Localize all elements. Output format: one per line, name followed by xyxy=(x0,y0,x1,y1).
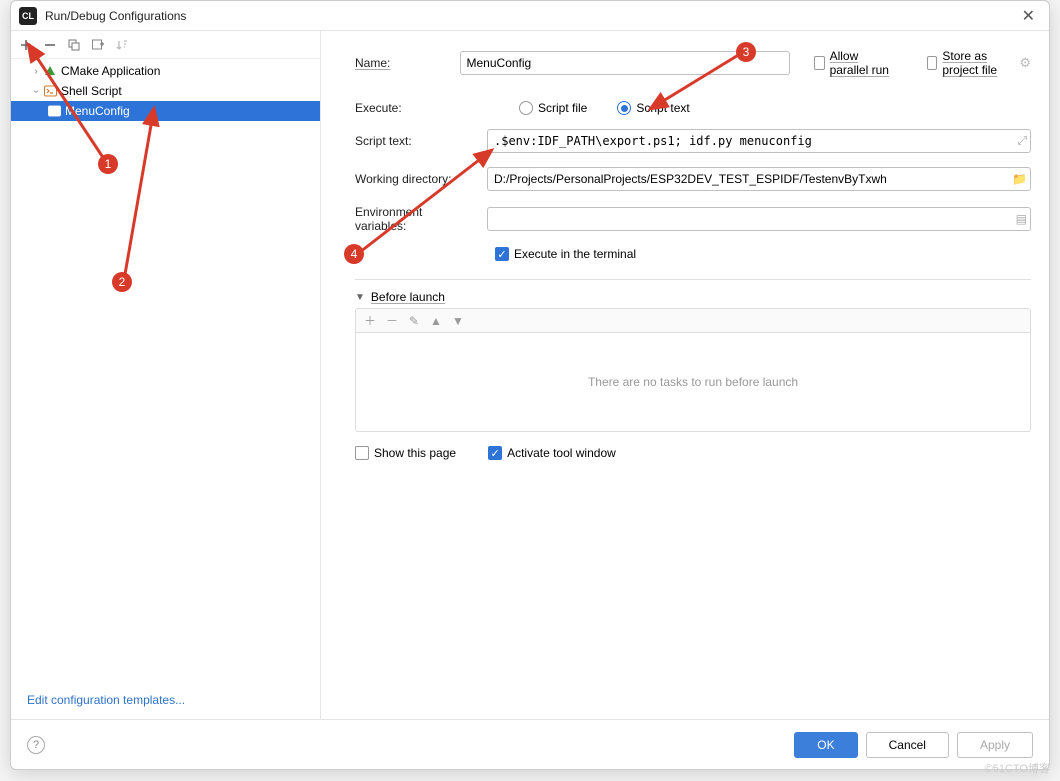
ok-button[interactable]: OK xyxy=(794,732,857,758)
titlebar: CL Run/Debug Configurations ✕ xyxy=(11,1,1049,31)
expand-icon[interactable]: ⤢ xyxy=(1017,134,1027,149)
show-page-label: Show this page xyxy=(374,446,456,460)
checkbox-icon: ✓ xyxy=(488,446,502,460)
config-toolbar xyxy=(11,31,320,59)
cancel-button[interactable]: Cancel xyxy=(866,732,949,758)
dialog-body: › CMake Application › Shell Script MenuC… xyxy=(11,31,1049,719)
add-config-button[interactable] xyxy=(15,34,37,56)
edit-task-button[interactable]: ✎ xyxy=(404,311,424,331)
tree-label: MenuConfig xyxy=(65,104,130,118)
script-file-radio[interactable]: Script file xyxy=(519,101,587,115)
folder-icon[interactable]: 📁 xyxy=(1012,172,1027,186)
sort-button[interactable] xyxy=(111,34,133,56)
shell-icon xyxy=(47,104,61,118)
before-launch-label: Before launch xyxy=(371,290,445,304)
config-tree[interactable]: › CMake Application › Shell Script MenuC… xyxy=(11,59,320,681)
list-icon[interactable]: ▤ xyxy=(1016,212,1027,226)
save-template-button[interactable] xyxy=(87,34,109,56)
shell-icon xyxy=(43,84,57,98)
workdir-row: Working directory: 📁 xyxy=(355,167,1031,191)
tree-node-menuconfig[interactable]: MenuConfig xyxy=(11,101,320,121)
script-text-radio[interactable]: Script text xyxy=(617,101,689,115)
footer: ? OK Cancel Apply xyxy=(11,719,1049,769)
main-pane: Name: Allow parallel run Store as projec… xyxy=(321,31,1049,719)
execute-row: Execute: Script file Script text xyxy=(355,101,1031,115)
store-project-checkbox[interactable]: Store as project file ⚙ xyxy=(927,49,1031,77)
help-button[interactable]: ? xyxy=(27,736,45,754)
copy-config-button[interactable] xyxy=(63,34,85,56)
activate-tool-label: Activate tool window xyxy=(507,446,616,460)
script-file-label: Script file xyxy=(538,101,587,115)
envvars-label: Environment variables: xyxy=(355,205,475,233)
activate-tool-checkbox[interactable]: ✓ Activate tool window xyxy=(488,446,616,460)
name-row: Name: Allow parallel run Store as projec… xyxy=(355,49,1031,77)
window-title: Run/Debug Configurations xyxy=(45,9,186,23)
allow-parallel-label: Allow parallel run xyxy=(830,49,899,77)
app-icon: CL xyxy=(19,7,37,25)
apply-button[interactable]: Apply xyxy=(957,732,1033,758)
edit-templates-row: Edit configuration templates... xyxy=(11,681,320,719)
checkbox-icon: ✓ xyxy=(495,247,509,261)
radio-icon xyxy=(519,101,533,115)
gear-icon[interactable]: ⚙ xyxy=(1019,55,1031,71)
tree-node-cmake[interactable]: › CMake Application xyxy=(11,61,320,81)
tree-node-shell[interactable]: › Shell Script xyxy=(11,81,320,101)
checkbox-icon xyxy=(355,446,369,460)
chevron-down-icon: › xyxy=(31,84,42,98)
allow-parallel-checkbox[interactable]: Allow parallel run xyxy=(814,49,899,77)
radio-icon xyxy=(617,101,631,115)
add-task-button[interactable]: ＋ xyxy=(360,311,380,331)
before-launch-empty: There are no tasks to run before launch xyxy=(355,332,1031,432)
empty-text: There are no tasks to run before launch xyxy=(588,375,798,389)
script-text-input[interactable] xyxy=(487,129,1031,153)
execute-label: Execute: xyxy=(355,101,475,115)
remove-config-button[interactable] xyxy=(39,34,61,56)
tree-label: CMake Application xyxy=(61,64,160,78)
bottom-options: Show this page ✓ Activate tool window xyxy=(355,446,1031,460)
name-label: Name: xyxy=(355,56,448,70)
remove-task-button[interactable]: － xyxy=(382,311,402,331)
cmake-icon xyxy=(43,64,57,78)
exec-terminal-row: ✓ Execute in the terminal xyxy=(495,247,1031,261)
name-input[interactable] xyxy=(460,51,790,75)
envvars-input[interactable] xyxy=(487,207,1031,231)
workdir-input[interactable] xyxy=(487,167,1031,191)
move-up-button[interactable]: ▲ xyxy=(426,311,446,331)
execute-terminal-label: Execute in the terminal xyxy=(514,247,636,261)
script-text-label: Script text: xyxy=(355,134,475,148)
run-debug-config-dialog: CL Run/Debug Configurations ✕ › CMake Ap… xyxy=(10,0,1050,770)
chevron-down-icon: ▼ xyxy=(355,292,365,303)
envvars-row: Environment variables: ▤ xyxy=(355,205,1031,233)
checkbox-icon xyxy=(927,56,938,70)
script-text-row: Script text: ⤢ xyxy=(355,129,1031,153)
script-text-radio-label: Script text xyxy=(636,101,689,115)
workdir-label: Working directory: xyxy=(355,172,475,186)
close-icon[interactable]: ✕ xyxy=(1016,6,1041,26)
move-down-button[interactable]: ▼ xyxy=(448,311,468,331)
checkbox-icon xyxy=(814,56,825,70)
show-page-checkbox[interactable]: Show this page xyxy=(355,446,456,460)
before-launch-toolbar: ＋ － ✎ ▲ ▼ xyxy=(355,308,1031,332)
store-project-label: Store as project file xyxy=(942,49,1017,77)
sidebar: › CMake Application › Shell Script MenuC… xyxy=(11,31,321,719)
execute-terminal-checkbox[interactable]: ✓ Execute in the terminal xyxy=(495,247,636,261)
before-launch-header[interactable]: ▼ Before launch xyxy=(355,279,1031,304)
tree-label: Shell Script xyxy=(61,84,122,98)
chevron-right-icon: › xyxy=(29,66,43,77)
edit-templates-link[interactable]: Edit configuration templates... xyxy=(27,693,185,707)
